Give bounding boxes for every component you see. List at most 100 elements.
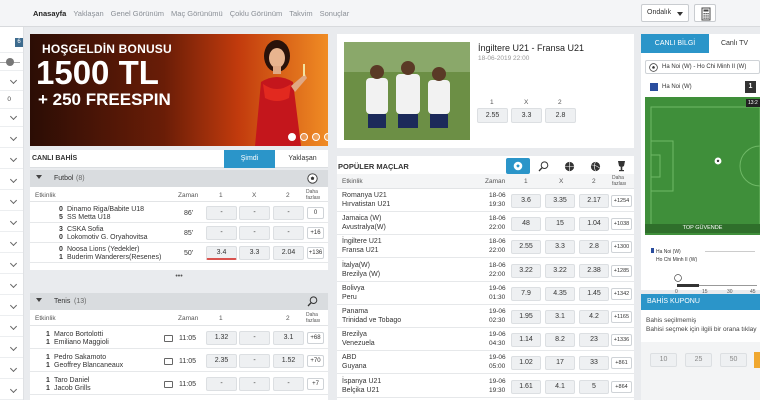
sidebar-row[interactable] [0,214,23,232]
popular-event-row[interactable]: İspanya U21 Belçika U21 19-06 19:30 1.61 4.1 5… [337,375,634,398]
carousel-dot[interactable] [324,133,328,141]
featured-odd-1[interactable]: 2.55 [477,108,508,123]
more-events-ellipsis[interactable]: ••• [30,273,328,280]
more-markets-button[interactable]: +1038 [611,218,632,231]
away-team[interactable]: Belçika U21 [342,387,379,394]
sidebar-row[interactable] [0,172,23,190]
nav-match-view[interactable]: Maç Görünümü [171,9,223,18]
away-team[interactable]: Hırvatistan U21 [342,201,390,208]
odd-x-button[interactable]: - [239,331,270,345]
odd-1-button[interactable]: 2.55 [511,240,541,255]
more-markets-button[interactable]: +1254 [611,195,632,207]
more-markets-button[interactable]: +1300 [611,241,632,254]
away-team[interactable]: SS Metta U18 [67,214,111,221]
odd-x-button[interactable]: 17 [545,356,575,371]
tab-live-info[interactable]: CANLI BİLGİ [641,34,709,53]
sidebar-row[interactable] [0,298,23,316]
football-event-row[interactable]: 3 CSKA Sofia 0 Lokomotiv G. Oryahovitsa 85' -… [30,223,328,243]
odd-2-button[interactable]: 2.17 [579,194,609,208]
odd-1-button[interactable]: 1.95 [511,310,541,324]
more-markets-button[interactable]: +7 [307,378,324,390]
away-team[interactable]: Peru [342,294,357,301]
tennis-header[interactable]: Tenis (13) [30,293,328,310]
odd-2-button[interactable]: 2.8 [579,240,609,255]
home-team[interactable]: Dinamo Riga/Babite U18 [67,206,144,213]
popular-event-row[interactable]: Panama Trinidad ve Tobago 19-06 02:30 1.95 3.… [337,305,634,328]
stake-25-button[interactable]: 25 [685,353,712,367]
nav-home[interactable]: Anasayfa [33,9,66,18]
sidebar-row[interactable] [0,340,23,358]
stake-10-button[interactable]: 10 [650,353,677,367]
odd-1-button[interactable]: 1.61 [511,379,541,394]
more-markets-button[interactable]: +68 [307,332,324,344]
featured-odd-2[interactable]: 2.8 [545,108,576,123]
home-team[interactable]: CSKA Sofia [67,226,104,233]
sidebar-slider-row[interactable] [0,53,23,71]
away-player[interactable]: Emiliano Maggioli [54,339,109,346]
odd-2-button[interactable]: 1.52 [273,354,304,368]
odd-1-button[interactable]: 1.14 [511,333,541,348]
odd-x-button[interactable]: 3.3 [239,246,270,260]
more-markets-button[interactable]: +1336 [611,334,632,347]
odd-1-button[interactable]: - [206,377,237,391]
trophy-icon[interactable] [616,160,627,172]
away-team[interactable]: Buderim Wanderers(Resenes) [67,254,161,261]
odd-x-button[interactable]: 4.1 [545,379,575,394]
odd-2-button[interactable]: 23 [579,333,609,348]
nav-multi-view[interactable]: Çoklu Görünüm [230,9,283,18]
sidebar-row[interactable] [0,382,23,400]
odd-2-button[interactable]: - [273,206,304,220]
away-team[interactable]: Guyana [342,363,367,370]
odd-1-button[interactable]: 7.9 [511,286,541,301]
more-markets-button[interactable]: +70 [307,355,324,367]
popular-event-row[interactable]: Romanya U21 Hırvatistan U21 18-06 19:30 3.6 3… [337,189,634,212]
odd-x-button[interactable]: - [239,377,270,391]
popular-event-row[interactable]: Bolivya Peru 19-06 01:30 7.9 4.35 1.45 +1342 [337,282,634,305]
sidebar-row[interactable]: 6 [0,35,23,53]
tab-live-tv[interactable]: Canlı TV [709,34,760,53]
sidebar-row[interactable] [0,319,23,337]
carousel-dot[interactable] [288,133,296,141]
odd-1-button[interactable]: 1.02 [511,356,541,371]
sidebar-row[interactable] [0,277,23,295]
home-team[interactable]: İngiltere U21 [342,238,382,245]
odd-1-button[interactable]: 1.32 [206,331,237,345]
away-player[interactable]: Geoffrey Blancaneaux [54,362,123,369]
sidebar-row[interactable] [0,235,23,253]
odd-2-button[interactable]: 4.2 [579,310,609,324]
sidebar-row[interactable] [0,130,23,148]
away-player[interactable]: Jacob Grills [54,385,91,392]
nav-overview[interactable]: Genel Görünüm [111,9,164,18]
odd-2-button[interactable]: 1.04 [579,217,609,232]
carousel-dot[interactable] [300,133,308,141]
tennis-event-row[interactable]: 1 Marco Bortolotti 1 Emiliano Maggioli 11:05… [30,327,328,349]
odd-1-button[interactable]: 3.4 [206,246,237,260]
football-event-row[interactable]: 0 Dinamo Riga/Babite U18 5 SS Metta U18 86' -… [30,203,328,223]
popular-event-row[interactable]: Jamaica (W) Avustralya(W) 18-06 22:00 48 15 1.… [337,212,634,236]
more-markets-button[interactable]: +16 [307,227,324,239]
home-team[interactable]: Noosa Lions (Yedekler) [67,246,140,253]
away-team[interactable]: Avustralya(W) [342,224,386,231]
home-team[interactable]: Bolivya [342,285,365,292]
tab-now[interactable]: Şimdi [224,150,275,168]
home-team[interactable]: Brezilya [342,331,367,338]
away-team[interactable]: Trinidad ve Tobago [342,317,401,324]
odd-x-button[interactable]: 15 [545,217,575,232]
odd-1-button[interactable]: 2.35 [206,354,237,368]
promo-banner[interactable]: HOŞGELDİN BONUSU 1500 TL + 250 FREESPIN [30,34,328,146]
odd-2-button[interactable]: 2.38 [579,263,609,278]
odd-x-button[interactable]: 3.1 [545,310,575,324]
odd-2-button[interactable]: 5 [579,379,609,394]
nav-calendar[interactable]: Takvim [289,9,312,18]
more-markets-button[interactable]: +1342 [611,287,632,300]
sidebar-row[interactable] [0,256,23,274]
home-player[interactable]: Pedro Sakamoto [54,354,106,361]
odd-2-button[interactable]: - [273,377,304,391]
odd-x-button[interactable]: 3.3 [545,240,575,255]
calculator-button[interactable] [694,4,716,22]
live-match-selector[interactable]: Ha Noi (W) - Ho Chi Minh II (W) [645,60,760,74]
more-markets-button[interactable]: +136 [307,247,324,259]
odds-format-dropdown[interactable]: Ondalık [641,4,689,22]
nav-upcoming[interactable]: Yaklaşan [73,9,103,18]
basketball-icon[interactable] [564,161,575,172]
